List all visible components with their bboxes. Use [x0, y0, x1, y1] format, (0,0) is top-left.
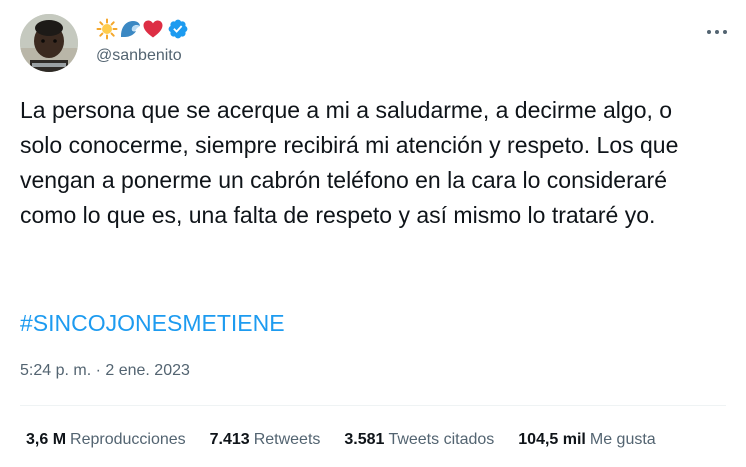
- stat-likes-value: 104,5 mil: [518, 431, 586, 448]
- stat-retweets-value: 7.413: [209, 431, 250, 448]
- avatar-image: [20, 14, 78, 72]
- wave-emoji: [121, 21, 140, 37]
- display-name[interactable]: [96, 18, 189, 40]
- tweet-timestamp[interactable]: 5:24 p. m. · 2 ene. 2023: [20, 362, 190, 380]
- stat-views[interactable]: 3,6 M Reproducciones: [26, 431, 186, 449]
- stat-likes-label: Me gusta: [589, 431, 656, 448]
- divider: [20, 405, 726, 406]
- stat-views-label: Reproducciones: [70, 431, 186, 448]
- hashtag-link[interactable]: #SINCOJONESMETIENE: [20, 308, 285, 338]
- tweet: @sanbenito La persona que se acerque a m…: [0, 0, 746, 467]
- stat-views-value: 3,6 M: [26, 431, 67, 448]
- avatar[interactable]: [20, 14, 78, 72]
- more-options-icon: [707, 30, 727, 34]
- stat-quote-tweets-label: Tweets citados: [388, 431, 495, 448]
- stat-retweets[interactable]: 7.413 Retweets: [210, 431, 321, 449]
- stat-quote-tweets[interactable]: 3.581 Tweets citados: [344, 431, 494, 449]
- user-handle[interactable]: @sanbenito: [96, 47, 182, 65]
- engagement-stats: 3,6 M Reproducciones 7.413 Retweets 3.581 T…: [26, 431, 656, 449]
- sun-emoji: [96, 18, 118, 40]
- verified-badge-icon: [168, 19, 188, 39]
- stat-retweets-label: Retweets: [253, 431, 321, 448]
- more-options-button[interactable]: [704, 22, 730, 42]
- stat-likes[interactable]: 104,5 mil Me gusta: [518, 431, 655, 449]
- red-heart-emoji: [143, 20, 163, 38]
- stat-quote-tweets-value: 3.581: [344, 431, 385, 448]
- tweet-text: La persona que se acerque a mi a saludar…: [20, 97, 679, 228]
